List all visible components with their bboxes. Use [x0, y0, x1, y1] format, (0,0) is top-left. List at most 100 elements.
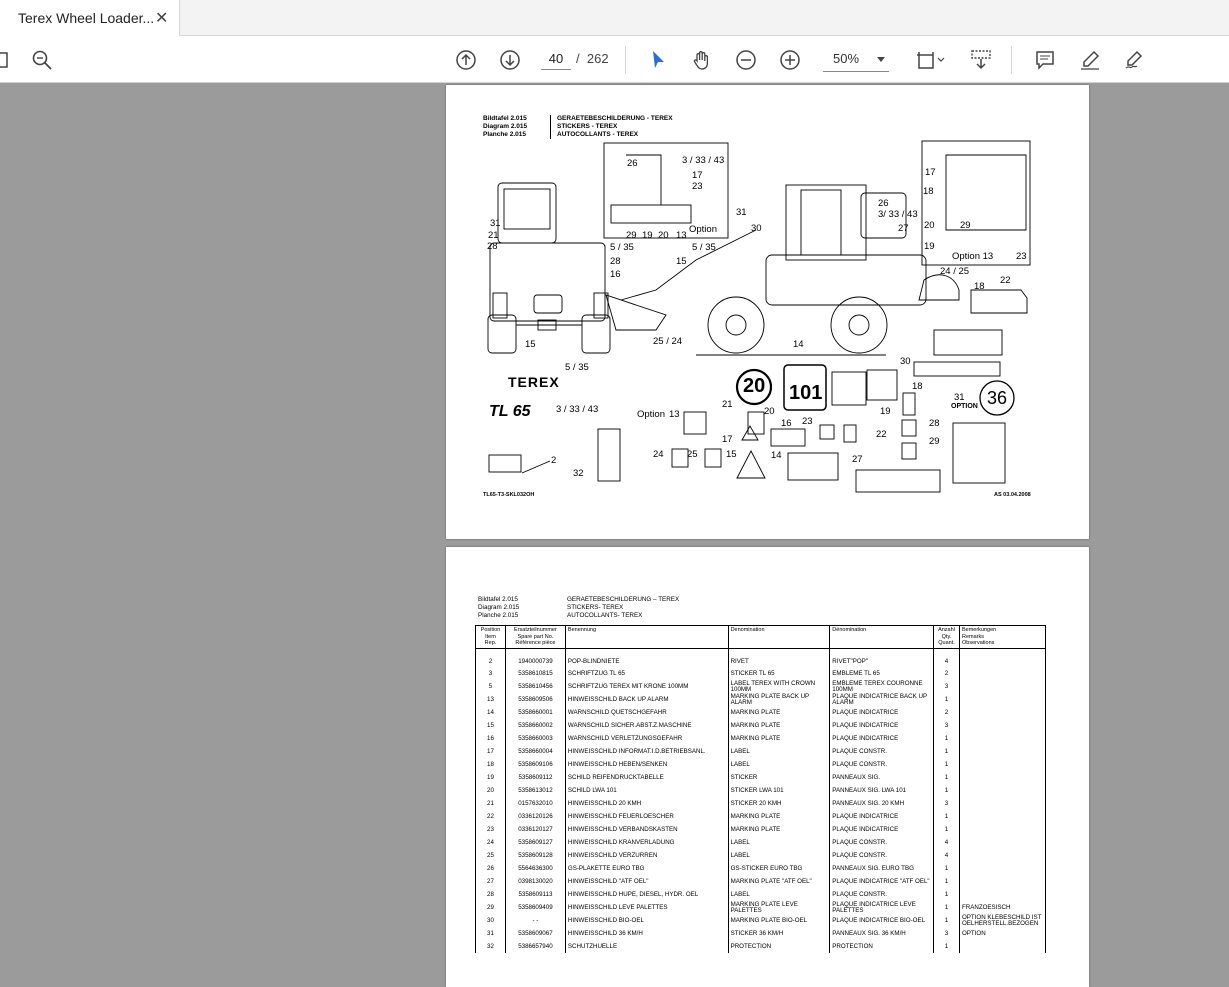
search-icon[interactable]: [28, 46, 56, 74]
sign-icon[interactable]: [1120, 46, 1148, 74]
callout-label: 3 / 33 / 43: [682, 155, 725, 166]
callout-label: 25 / 24: [653, 336, 683, 347]
table-cell: 26: [475, 862, 506, 875]
table-cell: SCHUTZHUELLE: [564, 940, 729, 953]
table-cell: PLAQUE CONSTR.: [829, 745, 935, 758]
table-cell: LABEL: [727, 745, 831, 758]
table-cell: HINWEISSCHILD BIO-OEL: [564, 914, 729, 927]
callout-label: 23: [1016, 251, 1027, 262]
zoom-select[interactable]: 50%: [823, 48, 889, 72]
hand-tool-icon[interactable]: [688, 46, 716, 74]
header-line: AUTOCOLLANTS- TEREX: [567, 612, 643, 619]
callout-label: 17: [722, 434, 733, 445]
callout-label: 17: [692, 170, 703, 181]
sidebar-toggle-icon[interactable]: [0, 46, 16, 74]
table-cell: 1: [933, 745, 960, 758]
table-cell: 5358660003: [504, 732, 566, 745]
table-cell: [958, 771, 1047, 784]
table-cell: OPTION KLEBESCHILD IST OELHERSTELL.BEZOG…: [958, 914, 1047, 927]
table-cell: 1: [933, 784, 960, 797]
table-cell: STICKER TL 65: [727, 667, 831, 680]
table-cell: STICKER: [727, 771, 831, 784]
callout-label: 18: [974, 281, 985, 292]
table-cell: [958, 810, 1047, 823]
table-cell: 3: [933, 927, 960, 940]
table-cell: 16: [475, 732, 506, 745]
zoom-out-icon[interactable]: [732, 46, 760, 74]
table-cell: 27: [475, 875, 506, 888]
highlight-pen-icon[interactable]: [1076, 46, 1104, 74]
table-cell: PLAQUE INDICATRICE BACK UP ALARM: [829, 693, 935, 706]
table-cell: 30: [475, 914, 506, 927]
table-cell: PANNEAUX SIG. 20 KMH: [829, 797, 935, 810]
table-cell: [958, 706, 1047, 719]
table-row: 20 5358613012 SCHILD LWA 101 STICKER LWA 10…: [475, 784, 1047, 797]
table-cell: LABEL TEREX WITH CROWN 100MM: [727, 680, 831, 693]
table-cell: WARNSCHILD SICHER.ABST.Z.MASCHINE: [564, 719, 729, 732]
table-cell: HINWEISSCHILD "ATF OEL": [564, 875, 729, 888]
callout-label: 24: [653, 449, 664, 460]
pdf-toolbar: / 262 50%: [0, 36, 1229, 83]
table-cell: [958, 823, 1047, 836]
close-tab-icon[interactable]: ✕: [155, 8, 168, 28]
speed-sticker-36: 36: [987, 388, 1008, 408]
header-line: Bildtafel 2.015: [478, 596, 518, 603]
table-cell: 5358609128: [504, 849, 566, 862]
wheel-loader-drawing: [487, 140, 1031, 493]
table-cell: EMBLEME TEREX COURONNE 100MM: [829, 680, 935, 693]
table-row: 31 5358609067 HINWEISSCHILD 36 KM/H STICKER…: [475, 927, 1047, 940]
column-header: Dénomination: [829, 625, 935, 649]
chevron-down-icon: [877, 57, 885, 62]
table-cell: GS-PLAKETTE EURO TBG: [564, 862, 729, 875]
table-cell: 5386657940: [504, 940, 566, 953]
callout-label: 31: [954, 392, 965, 403]
callout-label: 18: [923, 186, 934, 197]
page-fit-icon[interactable]: [912, 46, 948, 74]
table-cell: SCHILD LWA 101: [564, 784, 729, 797]
table-cell: 15: [475, 719, 506, 732]
table-cell: HINWEISSCHILD HEBEN/SENKEN: [564, 758, 729, 771]
next-page-icon[interactable]: [496, 46, 524, 74]
callout-label: 15: [726, 449, 737, 460]
rotate-icon[interactable]: [967, 46, 995, 74]
table-cell: [958, 745, 1047, 758]
table-cell: HINWEISSCHILD VERZURREN: [564, 849, 729, 862]
table-cell: [958, 849, 1047, 862]
document-tab[interactable]: Terex Wheel Loader... ✕: [0, 0, 180, 36]
table-cell: LABEL: [727, 836, 831, 849]
table-cell: 1: [933, 693, 960, 706]
table-cell: STICKER LWA 101: [727, 784, 831, 797]
table-cell: 5358609409: [504, 901, 566, 914]
table-cell: 3: [933, 719, 960, 732]
table-cell: PANNEAUX SIG.: [829, 771, 935, 784]
table-cell: 20: [475, 784, 506, 797]
table-cell: PLAQUE INDICATRICE: [829, 810, 935, 823]
header-line: Planche 2.015: [478, 612, 519, 619]
table-cell: 5358609112: [504, 771, 566, 784]
callout-label: OPTION: [951, 403, 978, 410]
table-cell: 5358609127: [504, 836, 566, 849]
table-cell: HINWEISSCHILD INFORMAT.I.D.BETRIEBSANL.: [564, 745, 729, 758]
select-cursor-icon[interactable]: [644, 46, 672, 74]
table-cell: MARKING PLATE LEVE PALETTES: [727, 901, 831, 914]
table-row: 32 5386657940 SCHUTZHUELLE PROTECTION PROTEC…: [475, 940, 1047, 953]
table-cell: 1: [933, 940, 960, 953]
table-cell: WARNSCHILD QUETSCHGEFAHR: [564, 706, 729, 719]
comment-icon[interactable]: [1031, 46, 1059, 74]
table-cell: HINWEISSCHILD 20 KMH: [564, 797, 729, 810]
callout-label: 2: [551, 455, 557, 466]
table-cell: 5358609067: [504, 927, 566, 940]
noise-sticker-101: 101: [789, 382, 823, 404]
page-number-input[interactable]: [541, 48, 571, 70]
table-row: 5 5358610456 SCHRIFTZUG TEREX MIT KRONE 10…: [475, 680, 1047, 693]
table-cell: 0336120127: [504, 823, 566, 836]
table-cell: [958, 732, 1047, 745]
previous-page-icon[interactable]: [452, 46, 480, 74]
callout-label: 32: [573, 468, 584, 479]
callout-label: 28: [487, 241, 498, 252]
table-cell: RIVET"POP": [829, 648, 935, 667]
zoom-in-icon[interactable]: [776, 46, 804, 74]
callout-label: 20: [764, 406, 775, 417]
table-row: 3 5358610815 SCHRIFTZUG TL 65 STICKER TL 65…: [475, 667, 1047, 680]
callout-label: 18: [912, 381, 923, 392]
